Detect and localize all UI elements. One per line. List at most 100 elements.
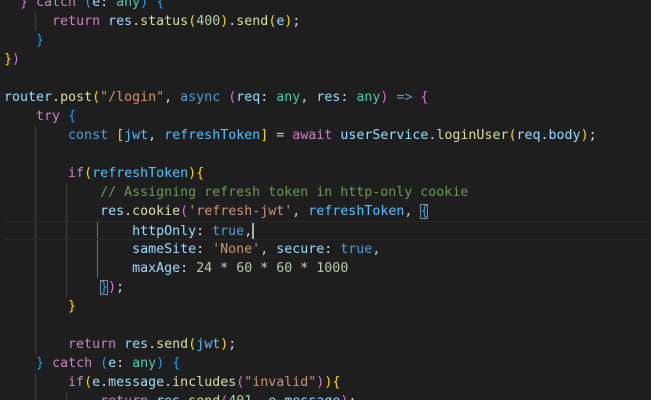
code-token: : — [100, 0, 117, 10]
code-token: ; — [588, 128, 597, 143]
code-token: ( — [84, 0, 93, 10]
code-token: ) — [12, 52, 21, 67]
code-token: : — [324, 242, 341, 257]
code-token: any — [276, 90, 301, 105]
code-token: 60 — [276, 261, 293, 276]
code-token: if — [68, 375, 85, 390]
code-token: true — [340, 242, 373, 257]
code-token: "invalid" — [244, 375, 317, 390]
code-token: any — [356, 90, 381, 105]
code-line: httpOnly: true, — [4, 221, 651, 240]
code-token: * — [292, 261, 317, 276]
code-token: httpOnly — [132, 224, 197, 239]
code-token: true — [212, 224, 245, 239]
code-token: maxAge — [132, 261, 181, 276]
code-token: , — [260, 242, 277, 257]
code-token: res — [108, 14, 133, 29]
code-token: ( — [180, 204, 189, 219]
code-token: 401 — [228, 394, 252, 400]
code-token: "/login" — [100, 90, 165, 105]
code-token: . — [124, 204, 133, 219]
code-token: res — [100, 204, 125, 219]
code-token: . — [100, 375, 109, 390]
code-token: e — [92, 375, 101, 390]
code-line: if(refreshToken){ — [4, 164, 651, 183]
code-line: maxAge: 24 * 60 * 60 * 1000 — [4, 259, 651, 278]
code-token: res — [316, 90, 341, 105]
code-token: : — [260, 90, 277, 105]
code-token: any — [116, 0, 141, 10]
code-token: { — [68, 109, 77, 124]
code-token: : — [340, 90, 357, 105]
code-token: : — [196, 242, 213, 257]
code-line: } catch (e: any) { — [4, 354, 651, 373]
code-editor[interactable]: } catch (e: any) { return res.status(400… — [0, 0, 651, 400]
code-token: = — [268, 128, 293, 143]
code-token: ( — [84, 166, 93, 181]
code-token: status — [140, 14, 189, 29]
code-token: ) — [580, 128, 589, 143]
code-line: }) — [4, 50, 651, 69]
code-token: message — [284, 394, 340, 400]
code-token: , — [404, 204, 421, 219]
code-token: router — [4, 90, 53, 105]
code-token: ; — [292, 14, 301, 29]
code-token: , — [372, 242, 381, 257]
code-token: * — [252, 261, 277, 276]
code-token: const — [68, 128, 109, 143]
code-token: 'refresh-jwt' — [188, 204, 293, 219]
code-token: , — [148, 128, 165, 143]
code-token: { — [420, 204, 429, 219]
code-line: res.cookie('refresh-jwt', refreshToken, … — [4, 202, 651, 221]
code-token: { — [332, 375, 341, 390]
code-token: { — [172, 356, 181, 371]
code-token: ) — [156, 356, 165, 371]
code-token: * — [212, 261, 237, 276]
code-token: refreshToken — [164, 128, 261, 143]
code-token: catch — [52, 356, 93, 371]
code-token: return — [100, 394, 148, 400]
code-token: send — [156, 337, 189, 352]
code-token: } — [68, 299, 77, 314]
code-token: => — [396, 90, 413, 105]
code-token: catch — [36, 0, 77, 10]
code-token: secure — [276, 242, 325, 257]
code-token: includes — [172, 375, 237, 390]
code-token: , — [300, 90, 317, 105]
code-token: req — [236, 90, 261, 105]
code-token: send — [236, 14, 269, 29]
code-token: await — [292, 128, 333, 143]
code-token: . — [148, 337, 157, 352]
code-token: , — [252, 394, 268, 400]
code-token: loginUser — [436, 128, 509, 143]
code-token: , — [164, 90, 181, 105]
code-token: ) — [140, 0, 149, 10]
code-token: refreshToken — [92, 166, 189, 181]
code-token: : — [116, 356, 133, 371]
code-token: ; — [348, 394, 356, 400]
code-token: message — [108, 375, 165, 390]
code-token: return — [52, 14, 101, 29]
code-token: e — [92, 0, 101, 10]
code-token: : — [196, 224, 213, 239]
code-token: res — [124, 337, 149, 352]
code-line: try { — [4, 107, 651, 126]
code-token: ) — [188, 166, 197, 181]
